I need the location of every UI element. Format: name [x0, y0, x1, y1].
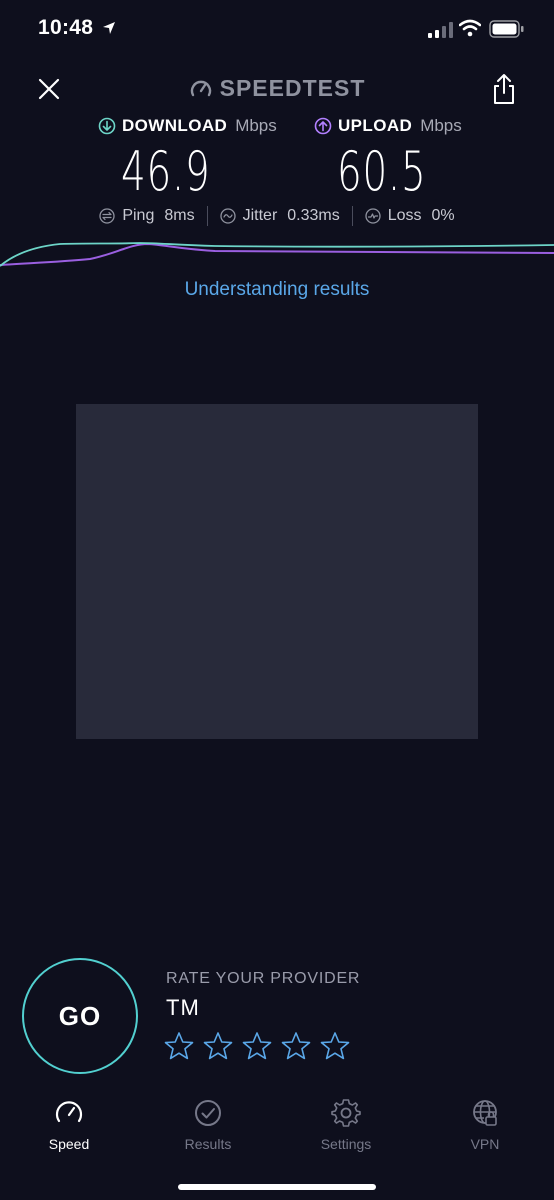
go-button[interactable]: GO [22, 958, 138, 1074]
upload-unit: Mbps [420, 116, 462, 135]
tab-speed[interactable]: Speed [19, 1098, 119, 1152]
tab-label-settings: Settings [320, 1136, 372, 1152]
latency-stats-row: Ping 8ms Jitter 0.33ms Loss 0% [0, 206, 554, 226]
gauge-logo-icon [190, 80, 211, 96]
jitter-value: 0.33ms [287, 207, 340, 224]
share-button[interactable] [489, 72, 519, 106]
loss-label: Loss [387, 207, 422, 224]
ping-icon [99, 208, 115, 224]
speed-graph [0, 242, 554, 267]
provider-name: TM [166, 995, 200, 1020]
tab-label-vpn: VPN [470, 1136, 500, 1152]
cellular-signal-icon [428, 22, 453, 38]
star-3-icon[interactable] [242, 1031, 272, 1061]
download-speed-value: 46.9 [121, 140, 211, 203]
loss-icon [365, 208, 381, 224]
loss-stat: Loss 0% [365, 207, 455, 225]
divider [206, 206, 208, 226]
rate-provider-title: RATE YOUR PROVIDER [166, 970, 361, 987]
ping-stat: Ping 8ms [99, 207, 195, 225]
understanding-results-link[interactable]: Understanding results [0, 279, 554, 301]
ad-placeholder [76, 404, 478, 739]
jitter-stat: Jitter 0.33ms [219, 207, 340, 225]
download-unit: Mbps [235, 116, 277, 135]
download-graph-line [0, 242, 554, 267]
loss-value: 0% [431, 207, 455, 224]
jitter-icon [219, 208, 236, 224]
location-arrow-icon [103, 22, 115, 34]
speedtest-logo: SPEEDTEST [0, 75, 554, 102]
tab-vpn[interactable]: VPN [435, 1098, 535, 1152]
tab-results[interactable]: Results [158, 1098, 258, 1152]
home-indicator [178, 1184, 376, 1190]
check-circle-icon [195, 1100, 221, 1126]
jitter-label: Jitter [242, 207, 278, 224]
star-1-icon[interactable] [164, 1031, 194, 1061]
download-label: DOWNLOAD [122, 116, 228, 135]
upload-label-group: UPLOAD Mbps [314, 116, 462, 136]
tab-settings[interactable]: Settings [296, 1098, 396, 1152]
ping-value: 8ms [164, 207, 195, 224]
tab-label-results: Results [184, 1136, 232, 1152]
star-2-icon[interactable] [203, 1031, 233, 1061]
upload-arrow-icon [314, 117, 332, 135]
battery-icon [489, 20, 524, 38]
status-time: 10:48 [38, 16, 94, 39]
download-label-group: DOWNLOAD Mbps [98, 116, 277, 136]
star-4-icon[interactable] [281, 1031, 311, 1061]
divider [351, 206, 353, 226]
upload-speed-value: 60.5 [337, 140, 427, 203]
ping-label: Ping [122, 207, 155, 224]
logo-text: SPEEDTEST [219, 75, 366, 101]
upload-label: UPLOAD [338, 116, 413, 135]
globe-lock-icon [473, 1100, 497, 1126]
speed-gauge-icon [55, 1101, 83, 1123]
download-arrow-icon [98, 117, 116, 135]
star-5-icon[interactable] [320, 1031, 350, 1061]
star-rating [164, 1031, 350, 1061]
share-icon [494, 74, 514, 104]
tab-label-speed: Speed [48, 1136, 90, 1152]
wifi-icon [459, 19, 481, 37]
gear-icon [331, 1099, 361, 1127]
